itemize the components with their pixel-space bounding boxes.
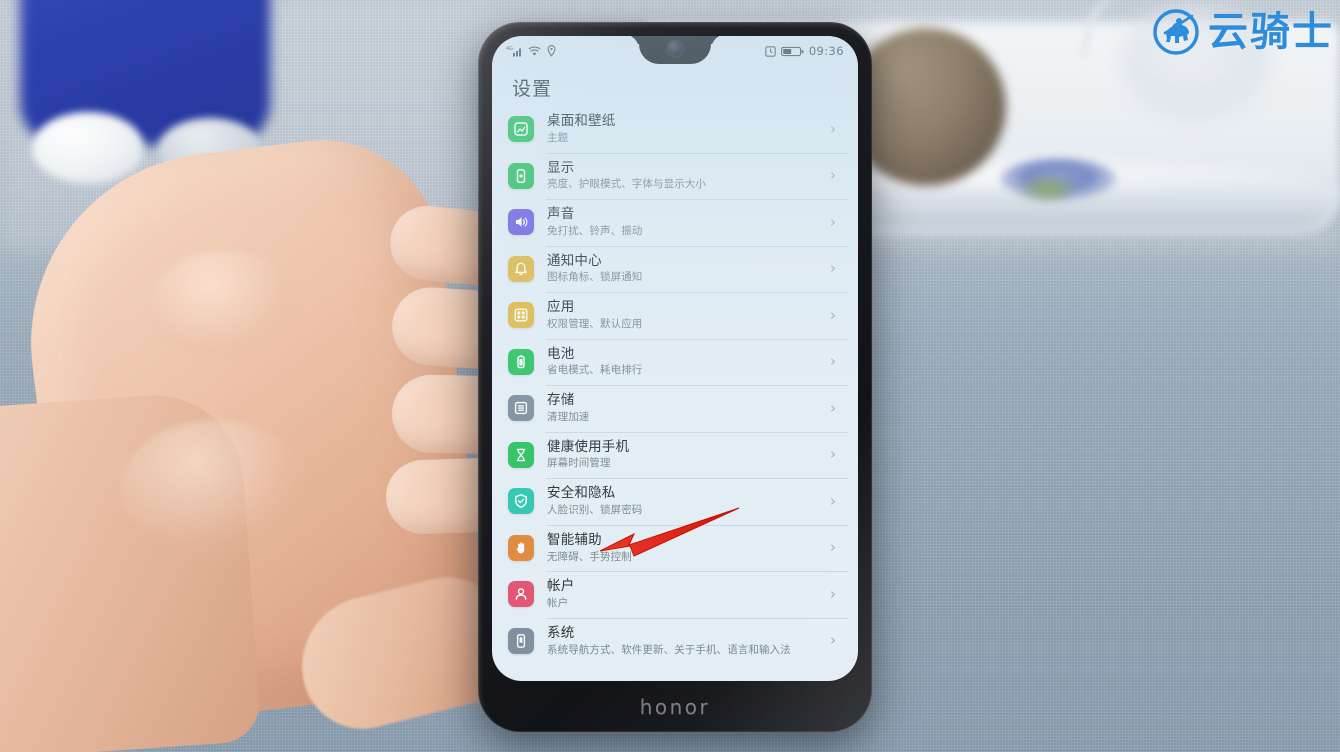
display-icon [508, 162, 534, 189]
row-title: 声音 [547, 206, 575, 223]
chevron-right-icon: › [830, 538, 836, 557]
row-subtitle: 主题 [547, 131, 569, 144]
system-phone-icon [508, 627, 534, 654]
row-title: 电池 [547, 345, 575, 362]
settings-row-notifications[interactable]: 通知中心 图标角标、锁屏通知 › [492, 245, 858, 293]
settings-row-system[interactable]: 系统 系统导航方式、软件更新、关于手机、语言和输入法 › [492, 617, 858, 665]
settings-row-accounts[interactable]: 帐户 帐户 › [492, 571, 858, 618]
chevron-right-icon: › [830, 631, 836, 650]
status-bar-time: 09:36 [808, 44, 844, 58]
smart-assist-hand-icon [508, 534, 534, 561]
settings-list[interactable]: 桌面和壁纸 主题 › 显示 亮度、护眼模式、字体与显示大小 › 声音 免打扰、铃… [492, 106, 858, 681]
knuckle-highlight-2 [120, 420, 310, 560]
alarm-clock-icon [765, 42, 776, 61]
row-subtitle: 图标角标、锁屏通知 [547, 271, 643, 284]
decor-leaf [1020, 176, 1076, 202]
account-person-icon [508, 581, 534, 608]
row-title: 显示 [547, 159, 575, 176]
row-subtitle: 帐户 [547, 597, 569, 610]
brand-label: honor [639, 695, 711, 719]
svg-text:4G: 4G [506, 46, 513, 52]
chevron-right-icon: › [830, 445, 836, 464]
row-subtitle: 屏幕时间管理 [547, 457, 611, 470]
chevron-right-icon: › [830, 119, 836, 138]
location-pin-icon [547, 42, 556, 61]
battery-icon [780, 42, 804, 61]
chevron-right-icon: › [830, 584, 836, 603]
phone-chin: honor [478, 682, 872, 732]
waterdrop-notch [639, 36, 711, 64]
row-title: 帐户 [547, 578, 575, 595]
row-subtitle: 免打扰、铃声、振动 [547, 224, 643, 237]
row-subtitle: 亮度、护眼模式、字体与显示大小 [547, 178, 706, 191]
shield-check-icon [508, 488, 534, 515]
settings-row-digital-balance[interactable]: 健康使用手机 屏幕时间管理 › [492, 431, 858, 479]
settings-row-smart-assistance[interactable]: 智能辅助 无障碍、手势控制 › [492, 524, 858, 572]
knight-on-horse-emblem [1148, 2, 1204, 62]
settings-row-apps[interactable]: 应用 权限管理、默认应用 › [492, 292, 858, 339]
row-title: 应用 [547, 299, 575, 316]
chevron-right-icon: › [830, 212, 836, 231]
watermark-text: 云骑士 [1208, 9, 1334, 55]
row-title: 桌面和壁纸 [547, 113, 616, 129]
chevron-right-icon: › [830, 398, 836, 417]
chevron-right-icon: › [830, 305, 836, 324]
watermark: 云骑士 [1148, 2, 1334, 62]
signal-bars-icon: 4G [506, 42, 522, 61]
chevron-right-icon: › [830, 166, 836, 185]
row-subtitle: 系统导航方式、软件更新、关于手机、语言和输入法 [547, 643, 791, 656]
wallpaper-icon [508, 116, 534, 143]
chevron-right-icon: › [830, 259, 836, 278]
wifi-icon [528, 42, 541, 61]
row-title: 安全和隐私 [547, 485, 616, 502]
chevron-right-icon: › [830, 491, 836, 510]
row-title: 智能辅助 [547, 531, 602, 548]
row-title: 存储 [547, 392, 575, 409]
battery-settings-icon [508, 348, 534, 375]
storage-icon [508, 395, 534, 422]
row-subtitle: 人脸识别、锁屏密码 [547, 504, 643, 516]
front-camera-icon [667, 41, 683, 56]
settings-row-security-privacy[interactable]: 安全和隐私 人脸识别、锁屏密码 › [492, 478, 858, 525]
row-subtitle: 无障碍、手势控制 [547, 550, 632, 563]
row-title: 系统 [547, 624, 575, 641]
row-subtitle: 权限管理、默认应用 [547, 317, 643, 330]
knuckle-highlight-1 [150, 250, 300, 360]
row-subtitle: 省电模式、耗电排行 [547, 364, 643, 377]
settings-row-sound[interactable]: 声音 免打扰、铃声、振动 › [492, 199, 858, 246]
chevron-right-icon: › [830, 352, 836, 371]
sound-icon [508, 209, 534, 236]
row-title: 通知中心 [547, 252, 602, 269]
phone-screen[interactable]: 4G 09:36 设置 桌面和壁纸 主题 › 显示 亮度、护眼模式、字体与显示大… [492, 36, 858, 681]
row-title: 健康使用手机 [547, 438, 630, 455]
decor-wicker-ball-small [1013, 82, 1103, 170]
page-title: 设置 [512, 77, 553, 100]
settings-row-battery[interactable]: 电池 省电模式、耗电排行 › [492, 338, 858, 386]
row-subtitle: 清理加速 [547, 410, 590, 423]
settings-row-wallpaper[interactable]: 桌面和壁纸 主题 › [492, 106, 858, 153]
notification-bell-icon [508, 255, 534, 282]
apps-icon [508, 302, 534, 329]
smartphone: 4G 09:36 设置 桌面和壁纸 主题 › 显示 亮度、护眼模式、字体与显示大… [478, 22, 872, 732]
settings-row-storage[interactable]: 存储 清理加速 › [492, 385, 858, 432]
settings-row-display[interactable]: 显示 亮度、护眼模式、字体与显示大小 › [492, 152, 858, 200]
hourglass-icon [508, 441, 534, 468]
